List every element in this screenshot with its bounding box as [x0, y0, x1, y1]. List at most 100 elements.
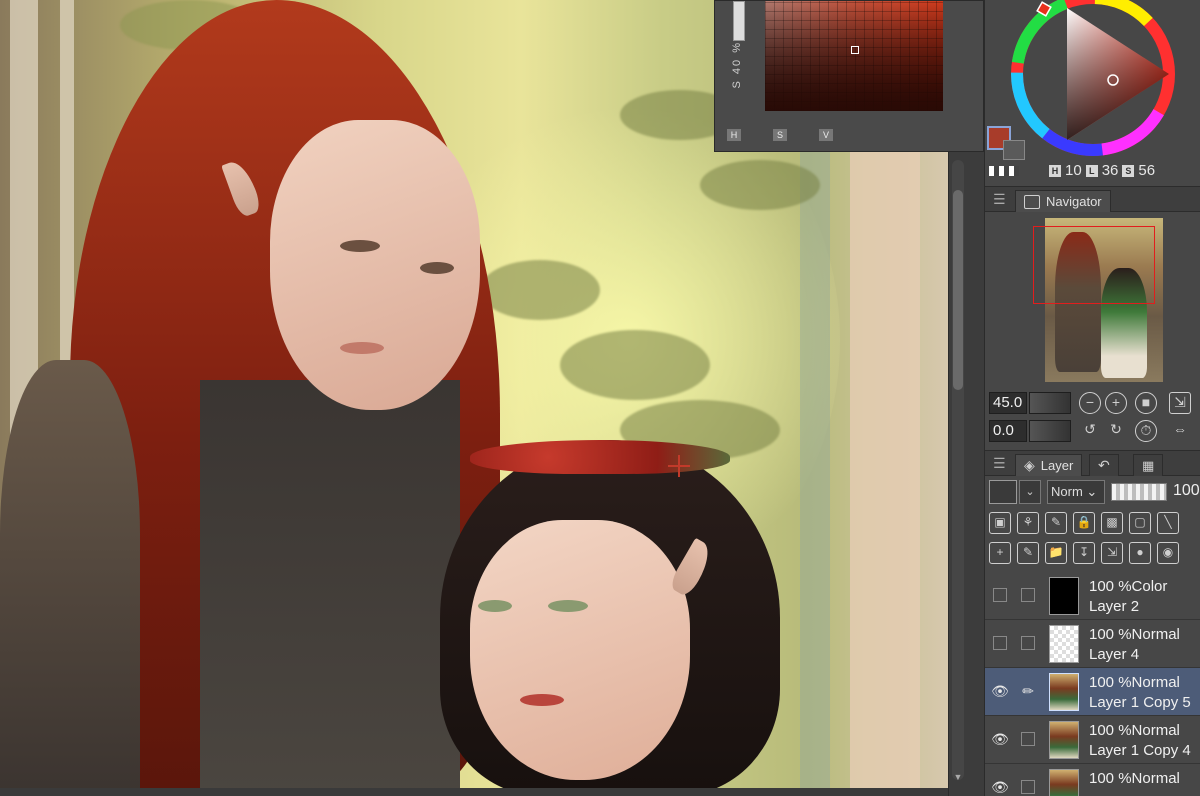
brush-cursor [668, 455, 690, 477]
scroll-down-icon[interactable]: ▼ [950, 772, 966, 786]
layer-row[interactable]: 100 %Normal Layer 4 [985, 620, 1200, 668]
bg-foliage [560, 330, 710, 400]
eye-icon[interactable]: 👁 [989, 776, 1011, 796]
layer-row[interactable]: 100 %Color Layer 2 [985, 572, 1200, 620]
rotation-field[interactable]: 0.0 [989, 420, 1027, 442]
layer-row[interactable]: 👁 100 %Normal Layer 1 Copy 4 [985, 716, 1200, 764]
s-tag: S [1122, 164, 1135, 177]
reset-rotation-icon[interactable]: ⏱ [1135, 420, 1157, 442]
bg-foliage [480, 260, 600, 320]
tab-layer-property[interactable]: ▦ [1133, 454, 1164, 476]
layer-thumbnail [1049, 625, 1079, 663]
lock-transparency-icon[interactable]: ▩ [1101, 512, 1123, 534]
l-tag: L [1085, 164, 1098, 177]
h-value: 10 [1065, 162, 1082, 179]
female-face [470, 520, 690, 780]
layer-opacity-mode: 100 %Normal [1089, 770, 1180, 787]
opacity-value[interactable]: 100 [1173, 482, 1200, 500]
layer-lock-toggle[interactable] [1021, 636, 1035, 650]
tab-s[interactable]: S [773, 129, 787, 141]
s-value: 56 [1138, 162, 1156, 179]
layer-lock-row: ▣ ⚘ ✎ 🔒 ▩ ▢ ╲ [989, 512, 1179, 534]
hls-readout: H 10 L 36 S 56 [1049, 162, 1155, 179]
eye-icon[interactable]: 👁 [989, 728, 1011, 750]
layer-row-selected[interactable]: 👁 ✏ 100 %Normal Layer 1 Copy 5 [985, 668, 1200, 716]
tab-layer[interactable]: ◈ Layer [1015, 454, 1083, 476]
create-mask-icon[interactable]: ● [1129, 542, 1151, 564]
scrollbar-thumb[interactable] [953, 190, 963, 390]
layer-tabbar: ☰ ◈ Layer ↶ ▦ [985, 450, 1200, 476]
tab-h[interactable]: H [727, 129, 741, 141]
flip-horizontal-icon[interactable]: ⇔ [1169, 420, 1191, 442]
right-panel-column: H 10 L 36 S 56 ☰ Navigator 45.0 − + ■ ⇲ … [984, 0, 1200, 796]
zoom-out-icon[interactable]: − [1079, 392, 1101, 414]
layer-opacity-mode: 100 %Normal [1089, 626, 1180, 643]
bg-foliage [700, 160, 820, 210]
sub-color-swatch[interactable] [1003, 140, 1025, 160]
layer-lock-toggle[interactable] [1021, 780, 1035, 794]
lock-icon[interactable]: 🔒 [1073, 512, 1095, 534]
layer-thumbnail [1049, 577, 1079, 615]
panel-menu-icon[interactable]: ☰ [993, 191, 1006, 208]
rotate-left-icon[interactable]: ↺ [1079, 420, 1101, 442]
clip-studio-window: S 40 % H S V ▼ H 10 L 36 S 56 ☰ Navigato… [0, 0, 1200, 796]
color-wheel[interactable] [1011, 0, 1191, 170]
transparent-color-swatch[interactable] [989, 166, 1019, 176]
clipping-icon[interactable]: ▣ [989, 512, 1011, 534]
new-raster-layer-icon[interactable]: + [989, 542, 1011, 564]
draft-layer-icon[interactable]: ✎ [1045, 512, 1067, 534]
layer-action-row: + ✎ 📁 ↧ ⇲ ● ◉ [989, 542, 1179, 564]
navigator-preview[interactable] [985, 212, 1200, 384]
transfer-down-icon[interactable]: ↧ [1073, 542, 1095, 564]
zoom-slider[interactable] [1029, 392, 1071, 414]
color-panel-labels: S 40 % [731, 41, 743, 89]
tab-navigator[interactable]: Navigator [1015, 190, 1111, 212]
tab-history[interactable]: ↶ [1089, 454, 1119, 476]
layer-lock-toggle[interactable] [1021, 732, 1035, 746]
color-slider-panel: S 40 % H S V [714, 0, 984, 152]
mask-icon[interactable]: ▢ [1129, 512, 1151, 534]
hue-slider[interactable] [733, 1, 745, 41]
layer-color-box[interactable] [989, 480, 1017, 504]
female-eye [478, 600, 512, 612]
layer-opacity-mode: 100 %Normal [1089, 674, 1180, 691]
navigator-tabbar: ☰ Navigator [985, 186, 1200, 212]
panel-menu-icon[interactable]: ☰ [993, 455, 1006, 472]
merge-down-icon[interactable]: ⇲ [1101, 542, 1123, 564]
zoom-field[interactable]: 45.0 [989, 392, 1027, 414]
pen-icon[interactable]: ✏ [1017, 680, 1039, 702]
new-folder-icon[interactable]: 📁 [1045, 542, 1067, 564]
male-eye [340, 240, 380, 252]
layer-row[interactable]: 👁 100 %Normal [985, 764, 1200, 796]
chevron-down-icon[interactable]: ⌄ [1019, 480, 1041, 504]
ruler-icon[interactable]: ╲ [1157, 512, 1179, 534]
layer-list: 100 %Color Layer 2 100 %Normal Layer 4 👁… [985, 572, 1200, 796]
camera-icon[interactable]: ◉ [1157, 542, 1179, 564]
layer-thumbnail [1049, 769, 1079, 796]
rotation-slider[interactable] [1029, 420, 1071, 442]
eye-icon[interactable]: 👁 [989, 680, 1011, 702]
navigator-view-frame[interactable] [1033, 226, 1155, 304]
male-shoulder-armor [0, 360, 140, 796]
tab-v[interactable]: V [819, 129, 833, 141]
rotate-right-icon[interactable]: ↻ [1105, 420, 1127, 442]
visibility-toggle[interactable] [993, 636, 1007, 650]
history-icon: ↶ [1098, 457, 1110, 473]
female-eye [548, 600, 588, 612]
l-value: 36 [1101, 162, 1119, 179]
blend-mode-select[interactable]: Norm ⌄ [1047, 480, 1105, 504]
layer-lock-toggle[interactable] [1021, 588, 1035, 602]
reference-layer-icon[interactable]: ⚘ [1017, 512, 1039, 534]
layer-opacity-mode: 100 %Normal [1089, 722, 1180, 739]
color-grid-picker[interactable] [851, 46, 859, 54]
actual-size-icon[interactable]: ■ [1135, 392, 1157, 414]
opacity-slider[interactable] [1111, 483, 1167, 501]
visibility-toggle[interactable] [993, 588, 1007, 602]
zoom-in-icon[interactable]: + [1105, 392, 1127, 414]
new-vector-layer-icon[interactable]: ✎ [1017, 542, 1039, 564]
color-grid-shade [765, 1, 943, 111]
canvas-status-bar [0, 788, 948, 796]
fit-to-window-icon[interactable]: ⇲ [1169, 392, 1191, 414]
layers-icon: ◈ [1024, 457, 1035, 473]
male-lips [340, 342, 384, 354]
